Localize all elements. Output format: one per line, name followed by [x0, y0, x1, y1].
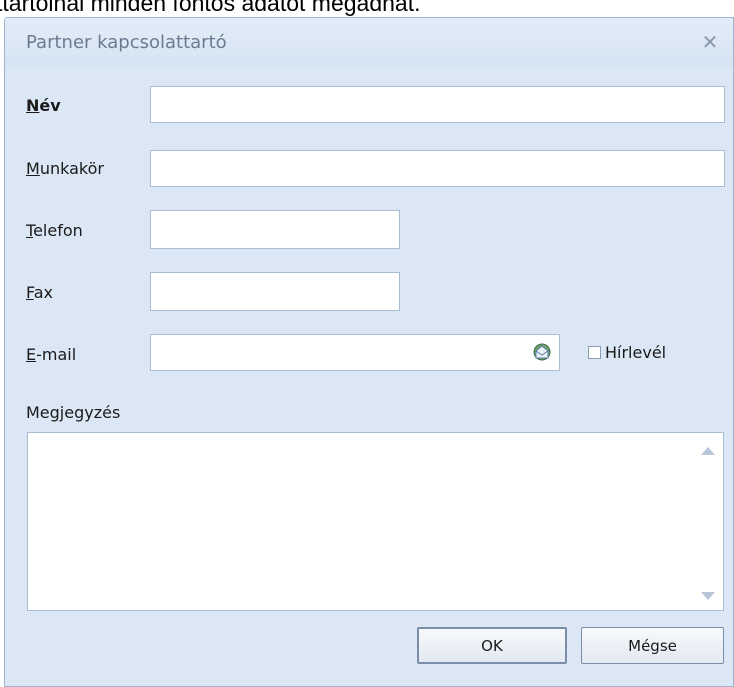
scroll-up-arrow-icon[interactable] — [701, 447, 715, 455]
contact-dialog: Partner kapcsolattartó ✕ Név Munkakör Te… — [4, 17, 734, 687]
position-input[interactable] — [150, 150, 725, 187]
background-caption: ttartóinál minden fontos adatot megadhat… — [0, 0, 421, 16]
email-input[interactable] — [150, 334, 560, 371]
email-open-icon[interactable] — [533, 343, 551, 361]
fax-label: Fax — [26, 283, 54, 302]
newsletter-checkbox[interactable] — [588, 346, 601, 359]
position-label: Munkakör — [26, 159, 104, 178]
ok-button[interactable]: OK — [417, 627, 567, 664]
cancel-button[interactable]: Mégse — [581, 627, 724, 664]
phone-label: Telefon — [26, 221, 83, 240]
name-label: Név — [26, 96, 61, 115]
email-label: E-mail — [26, 345, 77, 364]
notes-textarea[interactable] — [27, 432, 724, 611]
notes-label: Megjegyzés — [26, 403, 121, 422]
newsletter-label[interactable]: Hírlevél — [605, 343, 666, 362]
name-input[interactable] — [150, 86, 725, 123]
scroll-down-arrow-icon[interactable] — [701, 592, 715, 600]
dialog-title: Partner kapcsolattartó — [26, 32, 227, 53]
phone-input[interactable] — [150, 210, 400, 249]
close-icon: ✕ — [701, 30, 719, 54]
close-button[interactable]: ✕ — [697, 29, 723, 55]
title-bar[interactable]: Partner kapcsolattartó ✕ — [5, 18, 733, 68]
fax-input[interactable] — [150, 272, 400, 311]
